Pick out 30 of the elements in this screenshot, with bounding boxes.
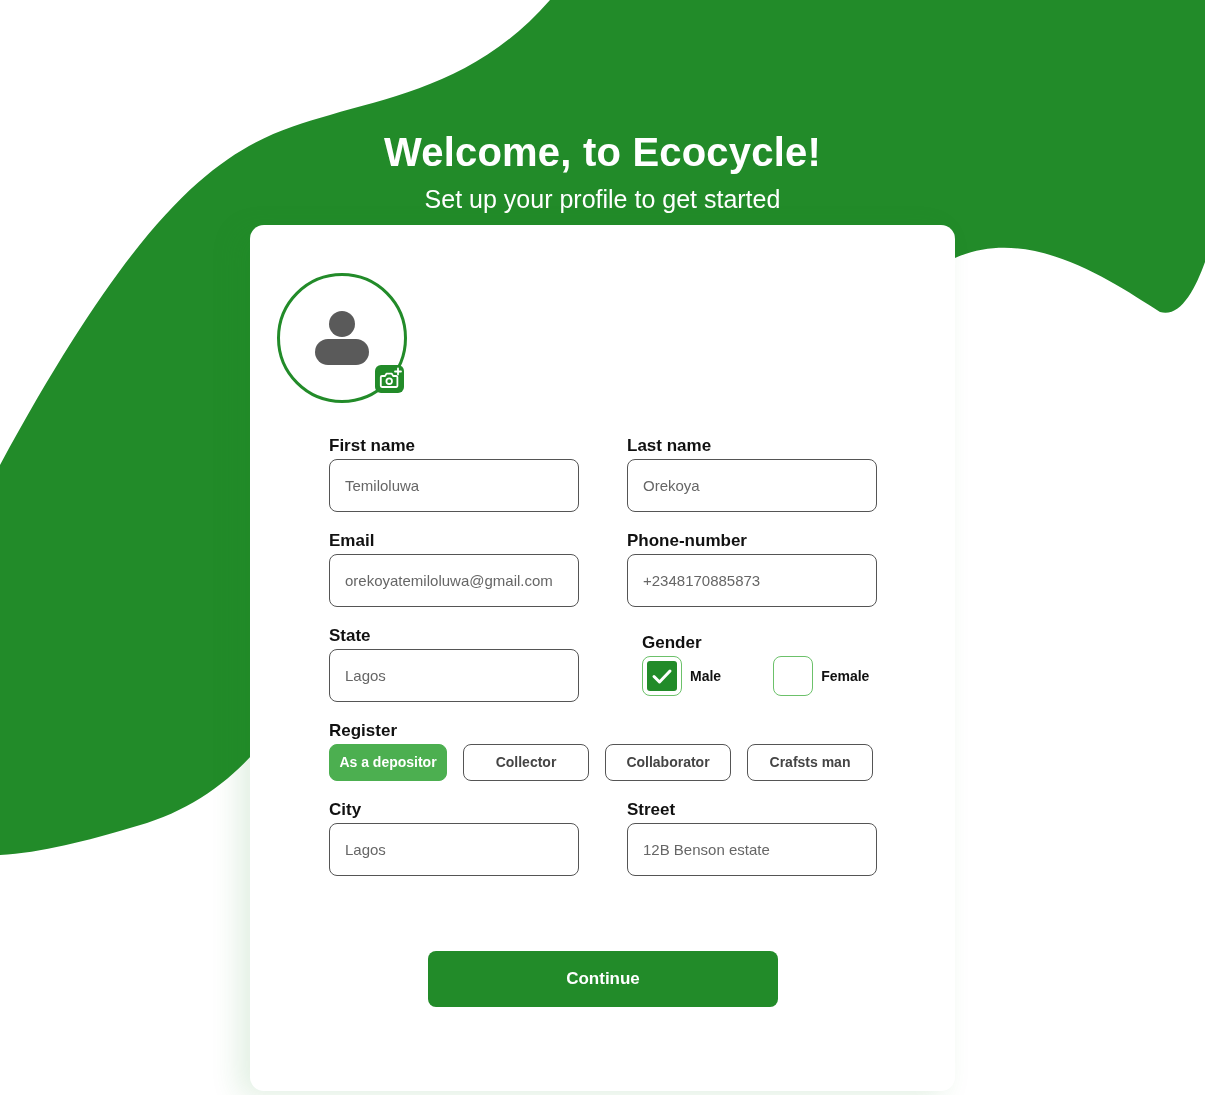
text-field[interactable]: Orekoya	[627, 459, 877, 512]
option-label: Female	[821, 666, 870, 686]
field-label: First name	[329, 436, 416, 456]
field-label: Email	[329, 531, 376, 551]
page-subtitle: Set up your profile to get started	[424, 184, 781, 214]
field-label: Last name	[627, 436, 713, 456]
field-label: City	[329, 800, 363, 820]
avatar-circle[interactable]	[277, 273, 407, 403]
page-title: Welcome, to Ecocycle!	[384, 129, 821, 176]
option-label: Male	[690, 666, 722, 686]
text-field[interactable]: Lagos	[329, 649, 579, 702]
role-option-button[interactable]: Collector	[463, 744, 589, 781]
camera-plus-icon[interactable]	[375, 365, 404, 393]
text-field[interactable]: 12B Benson estate	[627, 823, 877, 876]
checkbox[interactable]	[642, 656, 682, 696]
field-label: Phone-number	[627, 531, 748, 551]
check-icon	[647, 661, 677, 691]
role-option-button[interactable]: Collaborator	[605, 744, 731, 781]
text-field[interactable]: Temiloluwa	[329, 459, 579, 512]
continue-button[interactable]: Continue	[428, 951, 778, 1007]
text-field[interactable]: Lagos	[329, 823, 579, 876]
role-option-button[interactable]: Crafsts man	[747, 744, 873, 781]
field-label: Register	[329, 721, 399, 741]
checkbox[interactable]	[773, 656, 814, 696]
text-field[interactable]: +2348170885873	[627, 554, 877, 607]
field-label: Street	[627, 800, 677, 820]
field-label: State	[329, 626, 372, 646]
field-label: Gender	[642, 633, 703, 653]
person-icon	[315, 311, 369, 365]
text-field[interactable]: orekoyatemiloluwa@gmail.com	[329, 554, 579, 607]
